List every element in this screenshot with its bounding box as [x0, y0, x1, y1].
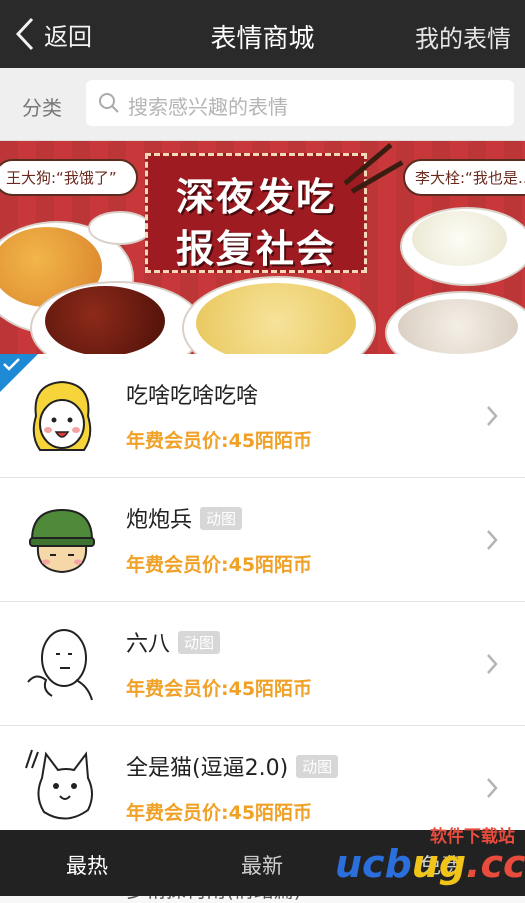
- animated-badge: 动图: [296, 755, 339, 778]
- item-price: 年费会员价:45陌陌币: [126, 802, 313, 824]
- checkmark-icon: [3, 358, 20, 371]
- banner-title-sign: 深夜发吃 报复社会: [145, 153, 367, 273]
- item-title: 炮炮兵 动图: [126, 502, 243, 534]
- sticker-list: 吃啥吃啥吃啥 年费会员价:45陌陌币 炮炮兵 动图 年费会员价:45陌陌币 六八动…: [0, 354, 525, 850]
- food-illustration: [196, 283, 356, 354]
- tab-new[interactable]: 最新: [241, 850, 283, 880]
- item-title: 六八 动图: [126, 626, 221, 658]
- my-stickers-button[interactable]: 我的表情: [415, 19, 511, 54]
- item-title: 吃啥吃啥吃啥: [126, 384, 259, 409]
- sticker-avatar: [29, 508, 95, 574]
- banner-title-line2: 报复社会: [175, 227, 336, 271]
- list-item[interactable]: 吃啥吃啥吃啥 年费会员价:45陌陌币: [0, 354, 525, 478]
- category-button[interactable]: 分类: [22, 92, 62, 121]
- banner-bubble-left: 王大狗:“我饿了”: [0, 159, 138, 196]
- search-icon: [99, 93, 119, 113]
- nav-bar: 返回 表情商城 我的表情: [0, 0, 525, 68]
- food-illustration: [398, 299, 518, 354]
- tab-hot[interactable]: 最热: [66, 850, 108, 880]
- chevron-right-icon: [487, 778, 498, 798]
- banner-title-line1: 深夜发吃: [175, 175, 336, 219]
- watermark-logo: ucbug.cc: [335, 842, 525, 886]
- sticker-avatar: [27, 629, 93, 701]
- animated-badge: 动图: [178, 631, 221, 654]
- item-price: 年费会员价:45陌陌币: [126, 554, 313, 576]
- promo-banner[interactable]: 王大狗:“我饿了” 李大栓:“我也是…” 深夜发吃 报复社会: [0, 141, 525, 354]
- sticker-avatar: [32, 380, 92, 451]
- chevron-right-icon: [487, 406, 498, 426]
- animated-badge: 动图: [200, 507, 243, 530]
- chevron-right-icon: [487, 654, 498, 674]
- list-item[interactable]: 六八 动图 年费会员价:45陌陌币: [0, 602, 525, 726]
- watermark-logo-text: ucbug.cc: [335, 842, 525, 886]
- small-plate-illustration: [88, 211, 152, 245]
- item-title: 全是猫(逗逼2.0) 动图: [126, 750, 339, 782]
- food-illustration: [412, 211, 507, 266]
- search-placeholder: 搜索感兴趣的表情: [128, 95, 288, 119]
- sticker-avatar: [25, 749, 93, 820]
- search-input[interactable]: 搜索感兴趣的表情: [86, 80, 514, 126]
- item-price: 年费会员价:45陌陌币: [126, 430, 313, 452]
- site-watermark: 软件下载站 ucbug.cc: [335, 822, 525, 896]
- chevron-right-icon: [487, 530, 498, 550]
- food-illustration: [45, 286, 165, 354]
- item-price: 年费会员价:45陌陌币: [126, 678, 313, 700]
- list-item[interactable]: 炮炮兵 动图 年费会员价:45陌陌币: [0, 478, 525, 602]
- search-bar: 分类 搜索感兴趣的表情: [0, 68, 525, 141]
- banner-bubble-right: 李大栓:“我也是…”: [403, 159, 525, 196]
